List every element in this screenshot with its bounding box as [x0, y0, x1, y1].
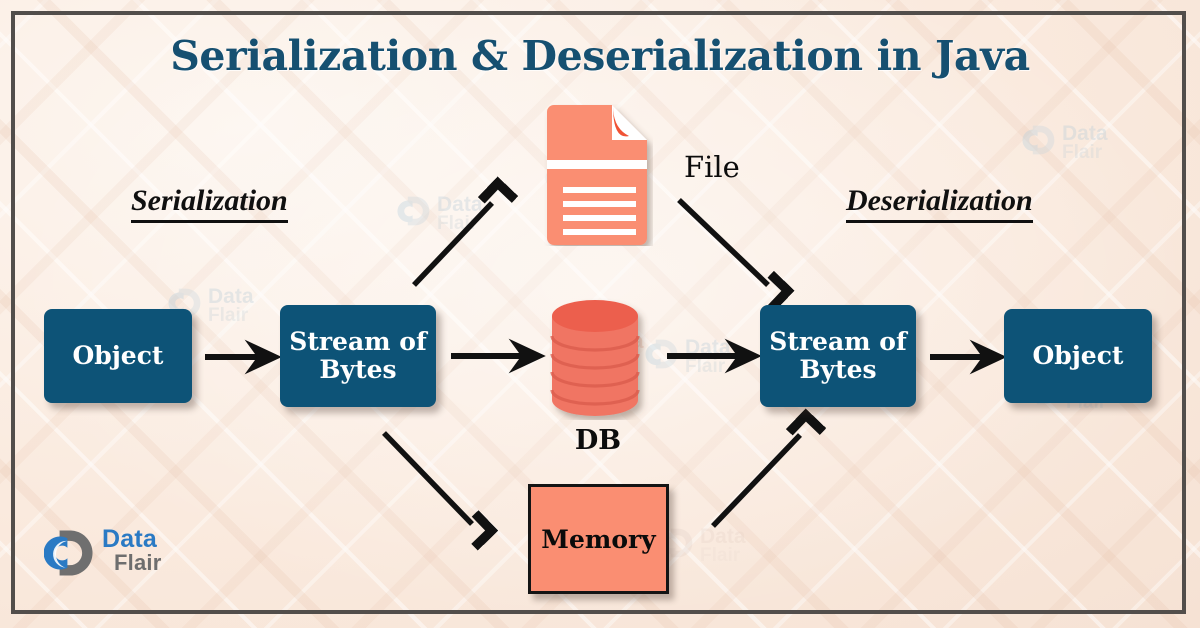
file-label: File: [684, 150, 740, 184]
dataflair-logo-mark-icon: [43, 527, 96, 584]
dataflair-logo: Data Flair: [43, 525, 204, 579]
node-stream-of-bytes-left: Stream of Bytes: [280, 305, 436, 407]
page-title: Serialization & Deserialization in Java: [170, 32, 1030, 80]
logo-data-text: Data: [102, 525, 157, 553]
section-heading-deserialization: Deserialization: [846, 184, 1033, 223]
file-icon: [541, 104, 653, 246]
node-object-right: Object: [1004, 309, 1152, 403]
diagram-canvas: Data Flair Data Flair Data Flair Data Fl…: [0, 0, 1200, 628]
database-icon: [545, 296, 651, 420]
database-label: DB: [574, 425, 622, 456]
node-object-left: Object: [44, 309, 192, 403]
logo-flair-text: Flair: [114, 549, 162, 575]
section-heading-serialization: Serialization: [131, 184, 288, 223]
node-memory: Memory: [528, 484, 669, 594]
node-stream-of-bytes-right: Stream of Bytes: [760, 305, 916, 407]
